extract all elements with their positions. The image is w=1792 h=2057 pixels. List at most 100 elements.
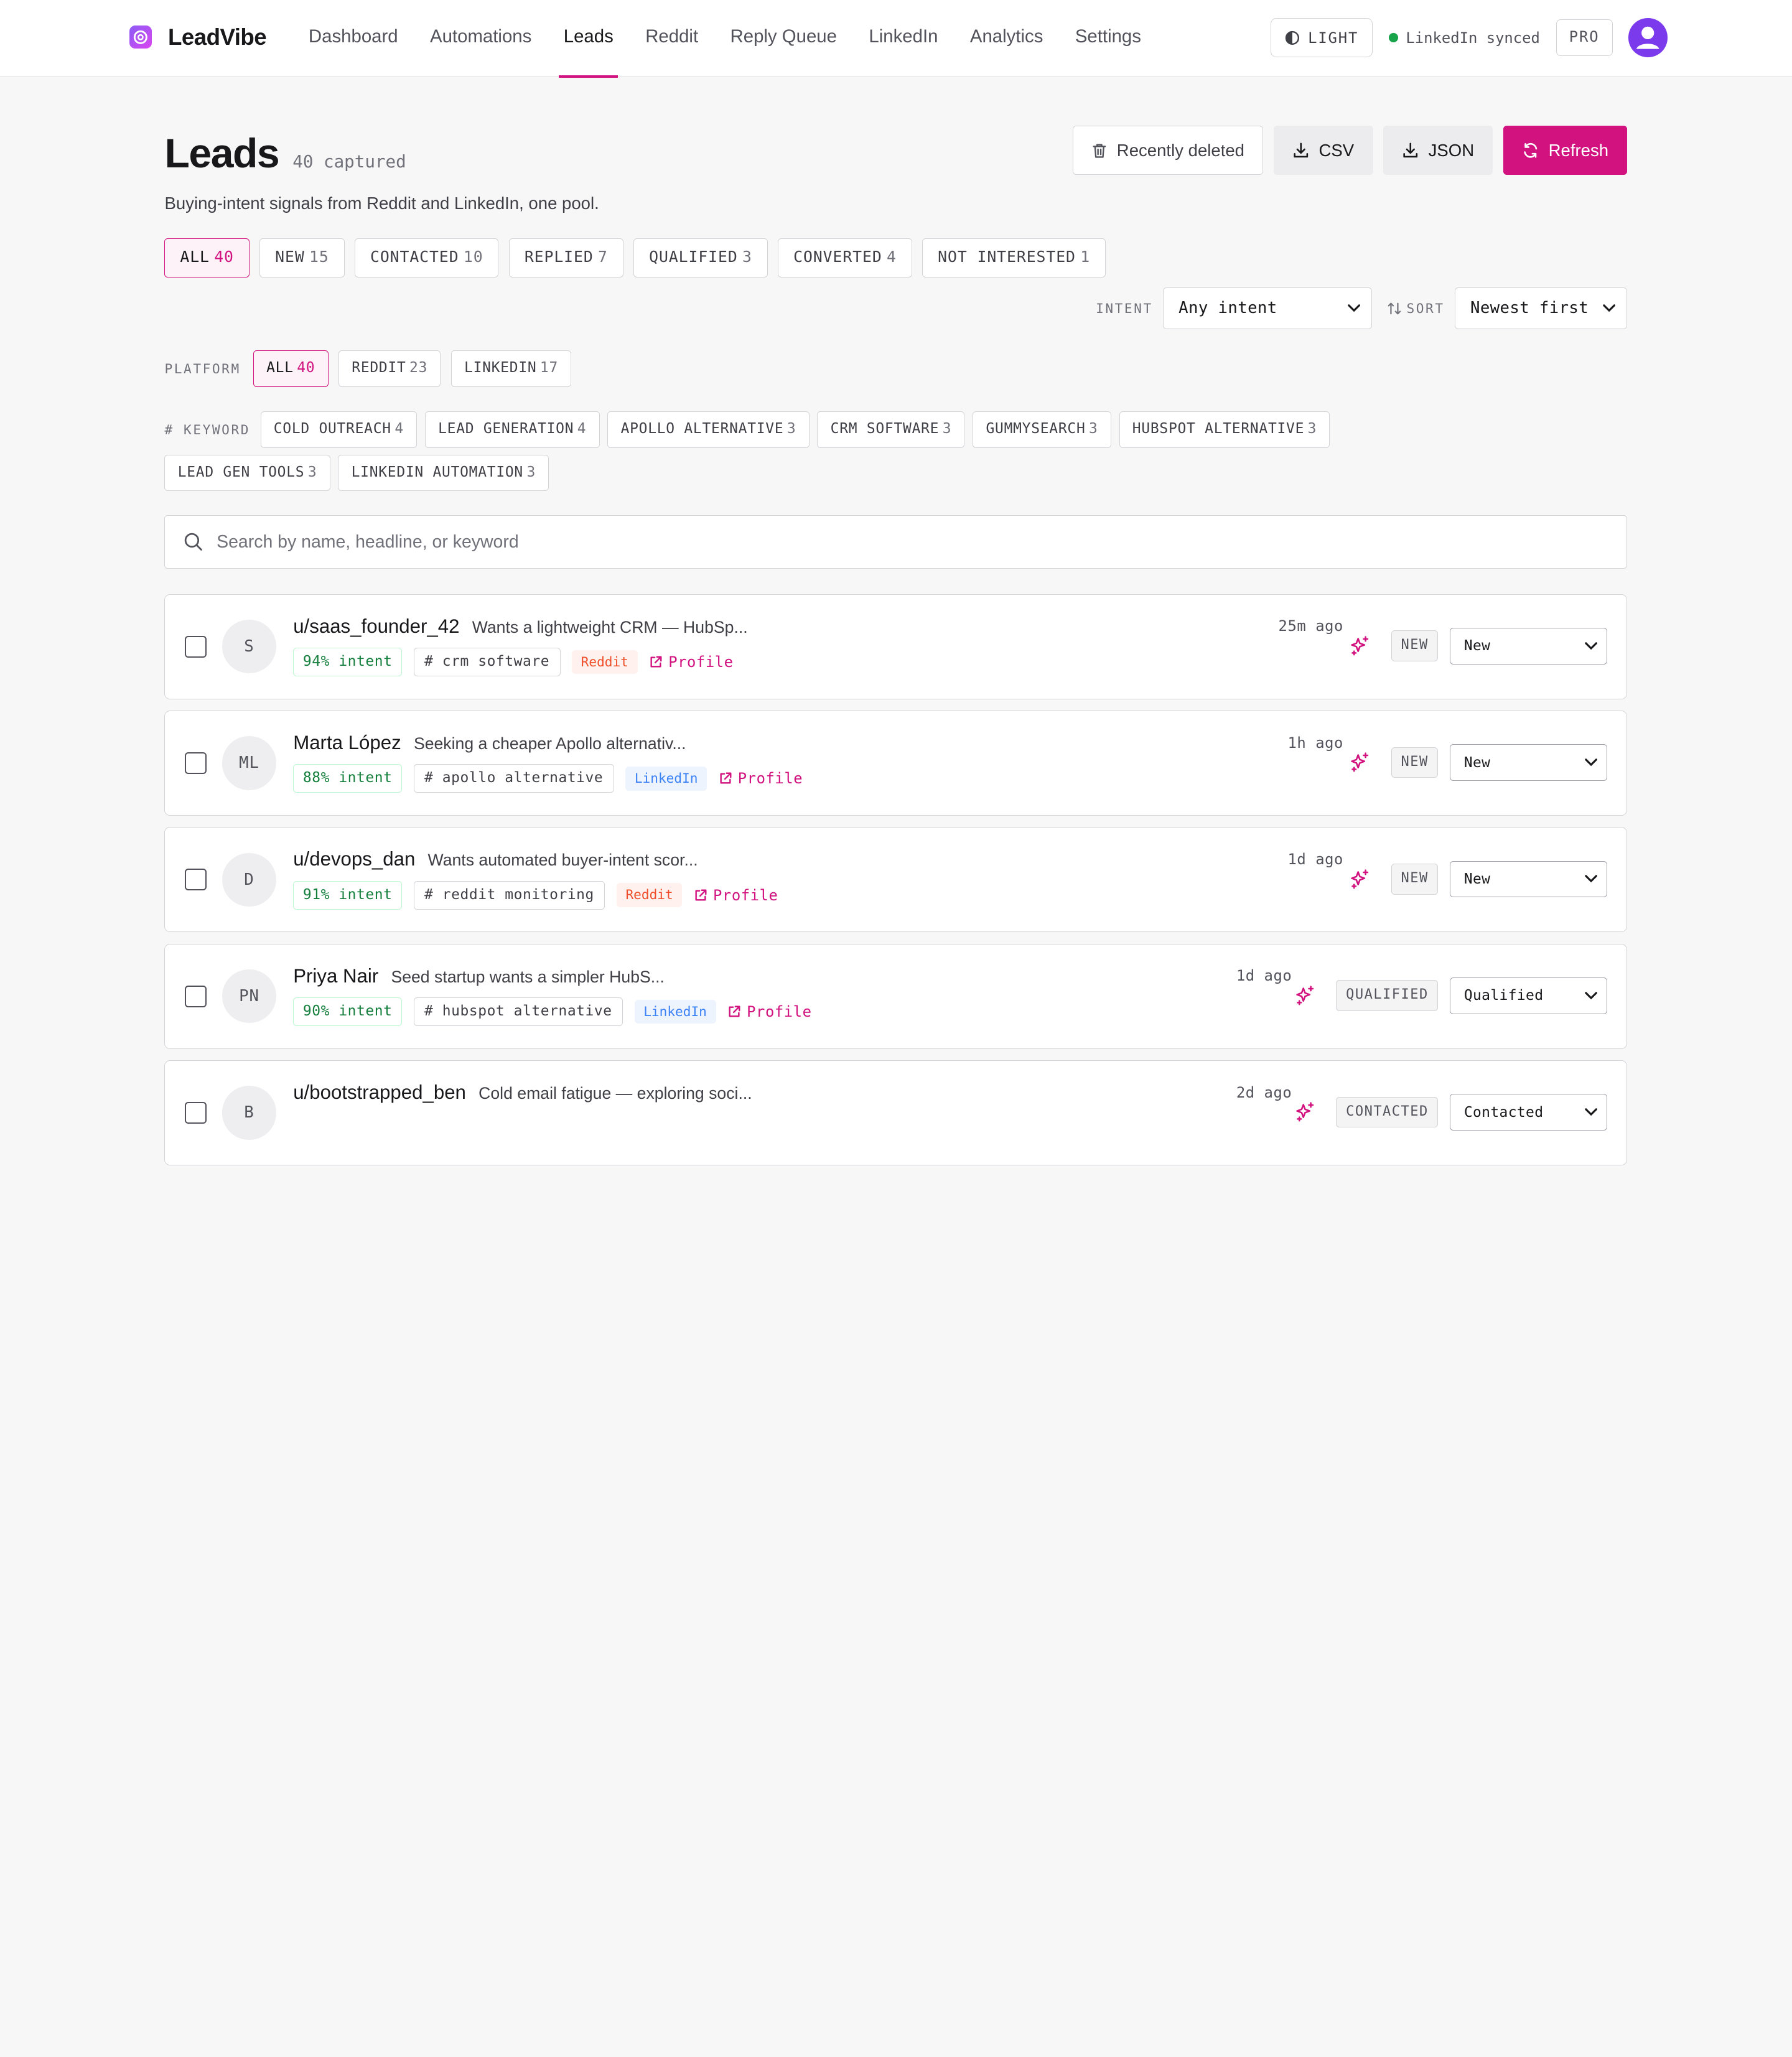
user-avatar[interactable] [1628, 18, 1668, 57]
external-link-icon [695, 889, 707, 901]
profile-link-label: Profile [668, 653, 734, 671]
status-chip-qualified[interactable]: QUALIFIED 3 [633, 238, 768, 278]
platform-tag: Reddit [571, 650, 638, 674]
download-icon [1294, 142, 1309, 157]
chevron-down-icon [1585, 1108, 1598, 1116]
lead-status-select[interactable]: New [1449, 627, 1608, 665]
lead-card[interactable]: S u/saas_founder_42 Wants a lightweight … [164, 594, 1628, 699]
platform-tag: Reddit [616, 883, 683, 908]
keyword-chip[interactable]: COLD OUTREACH 4 [260, 411, 418, 448]
status-chip-label: CONTACTED [370, 248, 459, 266]
profile-link[interactable]: Profile [719, 770, 803, 787]
lead-name[interactable]: u/bootstrapped_ben [293, 1081, 466, 1104]
intent-select-value: Any intent [1178, 299, 1277, 318]
lead-status-select[interactable]: Contacted [1449, 1094, 1608, 1131]
lead-status-value: New [1463, 638, 1491, 655]
status-chip-label: QUALIFIED [649, 248, 738, 266]
platform-chip-count: 40 [297, 360, 315, 376]
lead-select-checkbox[interactable] [184, 985, 207, 1007]
nav-reply-queue[interactable]: Reply Queue [714, 0, 853, 77]
search-icon [184, 533, 202, 551]
keyword-chip[interactable]: CRM SOFTWARE 3 [817, 411, 965, 448]
intent-sort-filters: INTENT Any intent SORT Newest first [164, 287, 1628, 329]
nav-dashboard[interactable]: Dashboard [309, 0, 414, 77]
sort-select[interactable]: Newest first [1455, 287, 1628, 329]
brand-logo-icon [129, 26, 152, 49]
intent-select[interactable]: Any intent [1163, 287, 1373, 329]
lead-status-badge: NEW [1391, 864, 1439, 895]
ai-reply-icon[interactable] [1294, 1101, 1317, 1124]
leads-page: Leads 40 captured Buying-intent signals … [164, 126, 1628, 1165]
ai-reply-icon[interactable] [1349, 751, 1372, 774]
keyword-chip-count: 3 [786, 420, 796, 437]
intent-score-badge: 90% intent [293, 997, 403, 1027]
profile-link-label: Profile [737, 770, 803, 788]
keyword-chip-label: HUBSPOT ALTERNATIVE [1132, 420, 1305, 437]
status-chip-contacted[interactable]: CONTACTED 10 [355, 238, 499, 278]
keyword-chip[interactable]: APOLLO ALTERNATIVE 3 [607, 411, 810, 448]
status-chip-converted[interactable]: CONVERTED 4 [778, 238, 912, 278]
lead-select-checkbox[interactable] [184, 752, 207, 774]
lead-select-checkbox[interactable] [184, 869, 207, 891]
contrast-icon [1286, 30, 1300, 45]
export-json-button[interactable]: JSON [1383, 126, 1493, 175]
platform-chip-linkedin[interactable]: LINKEDIN 17 [450, 350, 572, 388]
platform-chip-reddit[interactable]: REDDIT 23 [338, 350, 441, 388]
brand[interactable]: LeadVibe [129, 24, 267, 50]
chevron-down-icon [1585, 758, 1598, 767]
lead-headline: Wants automated buyer-intent scor... [427, 851, 698, 870]
platform-chip-all[interactable]: ALL 40 [253, 350, 329, 388]
lead-card[interactable]: ML Marta López Seeking a cheaper Apollo … [164, 710, 1628, 816]
lead-select-checkbox[interactable] [184, 635, 207, 658]
page-subtitle: Buying-intent signals from Reddit and Li… [164, 194, 599, 213]
lead-status-select[interactable]: New [1449, 744, 1608, 781]
theme-toggle-button[interactable]: LIGHT [1271, 18, 1373, 57]
lead-select-checkbox[interactable] [184, 1102, 207, 1124]
search-input[interactable]: Search by name, headline, or keyword [164, 515, 1628, 569]
ai-reply-icon[interactable] [1294, 984, 1317, 1007]
keyword-chip[interactable]: GUMMYSEARCH 3 [973, 411, 1111, 448]
search-placeholder: Search by name, headline, or keyword [217, 531, 519, 552]
lead-name[interactable]: Marta López [293, 732, 401, 754]
keyword-chip[interactable]: LINKEDIN AUTOMATION 3 [338, 454, 549, 492]
external-link-icon [650, 656, 662, 668]
refresh-button[interactable]: Refresh [1503, 126, 1628, 175]
platform-chip-label: ALL [266, 360, 294, 376]
profile-link[interactable]: Profile [649, 653, 734, 671]
status-chip-count: 7 [598, 248, 608, 266]
lead-card[interactable]: PN Priya Nair Seed startup wants a simpl… [164, 943, 1628, 1049]
profile-link[interactable]: Profile [727, 1003, 812, 1020]
lead-card[interactable]: B u/bootstrapped_ben Cold email fatigue … [164, 1060, 1628, 1165]
lead-card[interactable]: D u/devops_dan Wants automated buyer-int… [164, 827, 1628, 933]
sort-select-value: Newest first [1470, 299, 1589, 318]
profile-link[interactable]: Profile [694, 887, 778, 904]
ai-reply-icon[interactable] [1349, 635, 1372, 658]
nav-reddit[interactable]: Reddit [629, 0, 714, 77]
nav-linkedin[interactable]: LinkedIn [853, 0, 954, 77]
keyword-filter: # KEYWORD COLD OUTREACH 4 LEAD GENERATION… [164, 411, 1501, 492]
lead-name[interactable]: Priya Nair [293, 965, 378, 987]
nav-automations[interactable]: Automations [414, 0, 548, 77]
keyword-chip[interactable]: LEAD GENERATION 4 [424, 411, 600, 448]
nav-leads[interactable]: Leads [548, 0, 629, 78]
lead-status-value: New [1463, 754, 1491, 771]
lead-name[interactable]: u/devops_dan [293, 848, 415, 870]
page-header-text: Leads 40 captured Buying-intent signals … [164, 126, 599, 213]
export-csv-button[interactable]: CSV [1273, 126, 1373, 175]
nav-analytics[interactable]: Analytics [954, 0, 1059, 77]
status-chip-not-interested[interactable]: NOT INTERESTED 1 [922, 238, 1106, 278]
nav-settings[interactable]: Settings [1059, 0, 1157, 77]
lead-status-select[interactable]: New [1449, 861, 1608, 898]
sync-status-label: LinkedIn synced [1406, 29, 1540, 47]
lead-status-select[interactable]: Qualified [1449, 977, 1608, 1014]
recently-deleted-button[interactable]: Recently deleted [1073, 126, 1264, 175]
lead-name[interactable]: u/saas_founder_42 [293, 615, 459, 638]
status-chip-all[interactable]: ALL 40 [164, 238, 250, 278]
status-chip-replied[interactable]: REPLIED 7 [508, 238, 623, 278]
keyword-chip[interactable]: LEAD GEN TOOLS 3 [164, 454, 330, 492]
sort-filter-label: SORT [1387, 301, 1444, 316]
lead-status-badge: NEW [1391, 747, 1439, 778]
ai-reply-icon[interactable] [1349, 868, 1372, 891]
keyword-chip[interactable]: HUBSPOT ALTERNATIVE 3 [1119, 411, 1330, 448]
status-chip-new[interactable]: NEW 15 [259, 238, 345, 278]
